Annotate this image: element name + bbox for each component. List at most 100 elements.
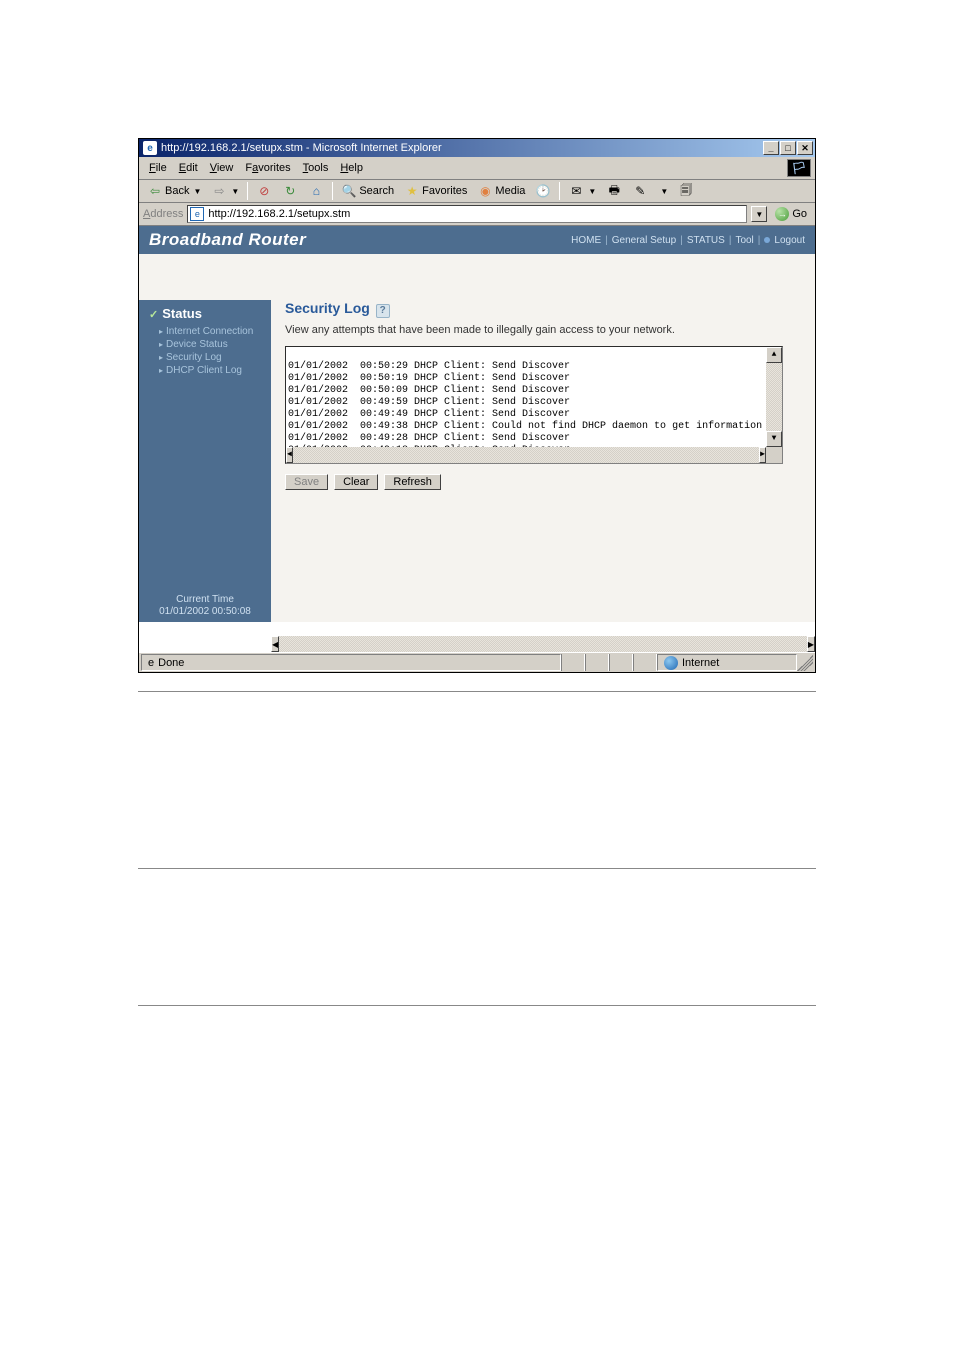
- address-dropdown[interactable]: ▼: [751, 206, 767, 222]
- forward-button[interactable]: ⇨ ▼: [207, 182, 243, 200]
- current-time-box: Current Time 01/01/2002 00:50:08: [139, 594, 271, 618]
- favorites-label: Favorites: [422, 185, 467, 197]
- back-button[interactable]: ⇦ Back ▼: [143, 182, 205, 200]
- menu-favorites[interactable]: Favorites: [239, 160, 296, 176]
- menu-tools[interactable]: Tools: [297, 160, 335, 176]
- sidebar: Status Internet Connection Device Status…: [139, 254, 271, 622]
- menu-help[interactable]: Help: [334, 160, 369, 176]
- discuss-button[interactable]: ▼: [654, 186, 672, 197]
- panel-title-text: Security Log: [285, 300, 370, 316]
- security-log-textarea[interactable]: 01/01/2002 00:50:29 DHCP Client: Send Di…: [285, 346, 783, 464]
- mail-button[interactable]: ✉▼: [564, 182, 600, 200]
- back-icon: ⇦: [147, 183, 163, 199]
- ie-window: e http://192.168.2.1/setupx.stm - Micros…: [138, 138, 816, 673]
- media-icon: ◉: [477, 183, 493, 199]
- log-line: 01/01/2002 00:50:19 DHCP Client: Send Di…: [288, 373, 570, 384]
- scroll-up-button[interactable]: ▲: [766, 347, 782, 363]
- help-icon[interactable]: ?: [376, 304, 390, 318]
- address-url: http://192.168.2.1/setupx.stm: [208, 208, 350, 220]
- media-button[interactable]: ◉Media: [473, 182, 529, 200]
- nav-home[interactable]: HOME: [571, 235, 601, 246]
- media-label: Media: [495, 185, 525, 197]
- minimize-button[interactable]: _: [763, 141, 779, 155]
- resize-grip[interactable]: [797, 655, 813, 671]
- log-vertical-scrollbar[interactable]: ▲ ▼: [766, 347, 782, 447]
- status-zone-panel: Internet: [657, 654, 797, 671]
- sidebar-item-device-status[interactable]: Device Status: [149, 338, 263, 351]
- router-body: Status Internet Connection Device Status…: [139, 254, 815, 622]
- sidebar-item-security-log[interactable]: Security Log: [149, 351, 263, 364]
- ie-icon: e: [143, 141, 157, 155]
- log-line: 01/01/2002 00:49:38 DHCP Client: Could n…: [288, 421, 762, 432]
- sidebar-item-dhcp-client-log[interactable]: DHCP Client Log: [149, 364, 263, 377]
- main-panel: Security Log ? View any attempts that ha…: [271, 254, 815, 622]
- maximize-button[interactable]: □: [780, 141, 796, 155]
- stop-button[interactable]: ⊘: [252, 182, 276, 200]
- refresh-button[interactable]: ↻: [278, 182, 302, 200]
- scroll-left-button[interactable]: ◀: [271, 636, 279, 652]
- address-input[interactable]: e http://192.168.2.1/setupx.stm: [187, 205, 747, 223]
- menu-view[interactable]: View: [204, 160, 240, 176]
- mail-icon: ✉: [568, 183, 584, 199]
- home-icon: ⌂: [308, 183, 324, 199]
- search-icon: 🔍: [341, 183, 357, 199]
- nav-tool[interactable]: Tool: [735, 235, 753, 246]
- messenger-button[interactable]: 🗐: [674, 182, 698, 200]
- ie-throbber-icon: 🏳: [787, 159, 811, 177]
- window-title: http://192.168.2.1/setupx.stm - Microsof…: [161, 142, 763, 154]
- statusbar: e Done Internet: [139, 652, 815, 672]
- log-line: 01/01/2002 00:49:49 DHCP Client: Send Di…: [288, 409, 570, 420]
- panel-description: View any attempts that have been made to…: [285, 324, 807, 336]
- menu-edit[interactable]: Edit: [173, 160, 204, 176]
- log-line: 01/01/2002 00:50:29 DHCP Client: Send Di…: [288, 361, 570, 372]
- home-button[interactable]: ⌂: [304, 182, 328, 200]
- brand-title: Broadband Router: [149, 230, 306, 250]
- chevron-down-icon: ▼: [193, 187, 201, 196]
- page-icon: e: [148, 657, 154, 669]
- stop-icon: ⊘: [256, 183, 272, 199]
- button-row: Save Clear Refresh: [285, 474, 807, 490]
- scroll-down-button[interactable]: ▼: [766, 431, 782, 447]
- print-button[interactable]: 🖶: [602, 182, 626, 200]
- close-button[interactable]: ✕: [797, 141, 813, 155]
- save-button[interactable]: Save: [285, 474, 328, 490]
- address-label: Address: [143, 208, 183, 220]
- zone-text: Internet: [682, 657, 719, 669]
- nav-logout[interactable]: Logout: [774, 235, 805, 246]
- current-time-label: Current Time: [139, 594, 271, 606]
- content-horizontal-scrollbar[interactable]: ◀ ▶: [271, 636, 815, 652]
- search-button[interactable]: 🔍Search: [337, 182, 398, 200]
- history-button[interactable]: 🕑: [531, 182, 555, 200]
- go-icon: →: [775, 207, 789, 221]
- edit-button[interactable]: ✎: [628, 182, 652, 200]
- log-line: 01/01/2002 00:49:59 DHCP Client: Send Di…: [288, 397, 570, 408]
- status-text-panel: e Done: [141, 654, 561, 671]
- history-icon: 🕑: [535, 183, 551, 199]
- messenger-icon: 🗐: [678, 183, 694, 199]
- router-header: Broadband Router HOME | General Setup | …: [139, 226, 815, 254]
- page-content: Broadband Router HOME | General Setup | …: [139, 226, 815, 652]
- search-label: Search: [359, 185, 394, 197]
- nav-status[interactable]: STATUS: [687, 235, 725, 246]
- edit-icon: ✎: [632, 183, 648, 199]
- refresh-log-button[interactable]: Refresh: [384, 474, 441, 490]
- scroll-right-button[interactable]: ▶: [807, 636, 815, 652]
- menu-file[interactable]: File: [143, 160, 173, 176]
- print-icon: 🖶: [606, 183, 622, 199]
- addressbar: Address e http://192.168.2.1/setupx.stm …: [139, 203, 815, 226]
- nav-general-setup[interactable]: General Setup: [612, 235, 677, 246]
- logout-dot-icon: [764, 237, 770, 243]
- scroll-left-button[interactable]: ◀: [286, 447, 293, 463]
- clear-button[interactable]: Clear: [334, 474, 378, 490]
- toolbar: ⇦ Back ▼ ⇨ ▼ ⊘ ↻ ⌂ 🔍Search ★Favorites ◉M…: [139, 180, 815, 203]
- favorites-button[interactable]: ★Favorites: [400, 182, 471, 200]
- sidebar-item-internet-connection[interactable]: Internet Connection: [149, 325, 263, 338]
- chevron-down-icon: ▼: [231, 187, 239, 196]
- favorites-icon: ★: [404, 183, 420, 199]
- go-button[interactable]: → Go: [771, 206, 811, 222]
- log-horizontal-scrollbar[interactable]: ◀ ▶: [286, 447, 766, 463]
- internet-zone-icon: [664, 656, 678, 670]
- back-label: Back: [165, 185, 189, 197]
- chevron-down-icon: ▼: [588, 187, 596, 196]
- scroll-right-button[interactable]: ▶: [759, 447, 766, 463]
